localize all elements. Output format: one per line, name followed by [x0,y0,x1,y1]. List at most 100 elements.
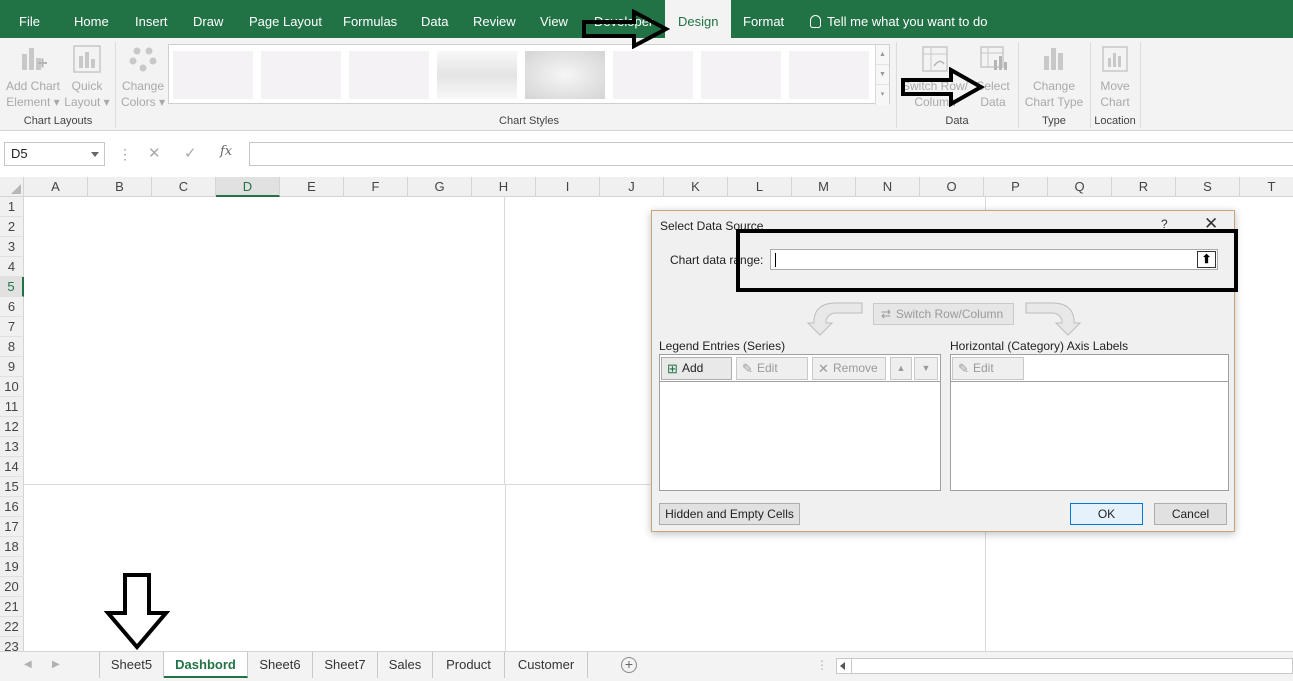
gallery-up-icon[interactable]: ▲ [876,45,889,65]
row-header-18[interactable]: 18 [0,537,24,557]
add-chart-element-button[interactable]: Add Chart Element ▾ [4,44,62,110]
sheet-next-icon[interactable]: ▶ [52,659,60,670]
row-header-17[interactable]: 17 [0,517,24,537]
sheet-tab-sheet7[interactable]: Sheet7 [313,652,378,678]
column-header-i[interactable]: I [536,177,600,197]
enter-icon[interactable]: ✓ [184,144,197,162]
row-header-22[interactable]: 22 [0,617,24,637]
add-sheet-icon[interactable]: + [621,657,637,673]
row-header-21[interactable]: 21 [0,597,24,617]
ok-button[interactable]: OK [1070,503,1143,525]
chevron-down-icon[interactable] [91,152,99,157]
tab-design[interactable]: Design [665,0,732,38]
row-header-3[interactable]: 3 [0,237,24,257]
sheet-tab-sales[interactable]: Sales [378,652,433,678]
tab-draw[interactable]: Draw [193,0,223,38]
column-header-b[interactable]: B [88,177,152,197]
select-all-button[interactable] [0,177,24,197]
row-header-19[interactable]: 19 [0,557,24,577]
chart-style-1[interactable] [173,51,253,99]
column-header-l[interactable]: L [728,177,792,197]
row-header-8[interactable]: 8 [0,337,24,357]
row-header-4[interactable]: 4 [0,257,24,277]
row-header-9[interactable]: 9 [0,357,24,377]
sheet-tab-sheet6[interactable]: Sheet6 [248,652,313,678]
edit-axis-labels-button[interactable]: ✎ Edit [952,357,1024,380]
remove-series-button[interactable]: ✕ Remove [812,357,886,380]
name-box[interactable]: D5 [4,142,105,166]
column-header-q[interactable]: Q [1048,177,1112,197]
chart-style-5[interactable] [525,51,605,99]
row-header-13[interactable]: 13 [0,437,24,457]
column-header-h[interactable]: H [472,177,536,197]
sheet-tab-customer[interactable]: Customer [505,652,588,678]
row-header-20[interactable]: 20 [0,577,24,597]
sheet-tab-sheet5[interactable]: Sheet5 [99,652,164,678]
chart-styles-gallery[interactable]: ▲ ▼ ▾ [168,44,890,105]
move-chart-button[interactable]: Move Chart [1094,44,1136,110]
change-colors-button[interactable]: Change Colors ▾ [119,44,167,110]
row-header-6[interactable]: 6 [0,297,24,317]
tab-insert[interactable]: Insert [135,0,168,38]
insert-function-icon[interactable]: fx [220,144,232,159]
gallery-down-icon[interactable]: ▼ [876,65,889,85]
formula-bar-grip-icon[interactable]: ⋮ [118,146,132,163]
tab-file[interactable]: File [19,0,40,38]
tab-split-grip-icon[interactable]: ⋮ [816,658,828,672]
move-up-icon[interactable]: ▲ [890,357,912,380]
tab-review[interactable]: Review [473,0,516,38]
chart-style-6[interactable] [613,51,693,99]
switch-row-column-dialog-button[interactable]: ⇄ Switch Row/Column [873,303,1014,325]
row-header-14[interactable]: 14 [0,457,24,477]
row-header-15[interactable]: 15 [0,477,24,497]
sheet-tab-dashbord[interactable]: Dashbord [164,652,248,678]
chart-style-7[interactable] [701,51,781,99]
add-series-button[interactable]: ⊞ Add [661,357,732,380]
row-header-2[interactable]: 2 [0,217,24,237]
row-header-1[interactable]: 1 [0,197,24,217]
row-header-11[interactable]: 11 [0,397,24,417]
tell-me-box[interactable]: Tell me what you want to do [810,0,987,38]
row-header-16[interactable]: 16 [0,497,24,517]
column-header-m[interactable]: M [792,177,856,197]
column-header-n[interactable]: N [856,177,920,197]
axis-labels-list[interactable]: ✎ Edit [950,354,1229,491]
sheet-prev-icon[interactable]: ◀ [24,659,32,670]
column-header-a[interactable]: A [24,177,88,197]
gallery-scroll[interactable]: ▲ ▼ ▾ [875,45,889,105]
row-header-7[interactable]: 7 [0,317,24,337]
column-header-o[interactable]: O [920,177,984,197]
row-header-5[interactable]: 5 [0,277,24,297]
column-header-e[interactable]: E [280,177,344,197]
column-header-s[interactable]: S [1176,177,1240,197]
cancel-button[interactable]: Cancel [1154,503,1227,525]
chart-style-3[interactable] [349,51,429,99]
move-down-icon[interactable]: ▼ [914,357,938,380]
column-header-p[interactable]: P [984,177,1048,197]
column-header-f[interactable]: F [344,177,408,197]
legend-entries-list[interactable]: ⊞ Add ✎ Edit ✕ Remove ▲ ▼ [659,354,941,491]
horizontal-scrollbar[interactable] [836,658,1293,674]
chart-style-2[interactable] [261,51,341,99]
row-header-12[interactable]: 12 [0,417,24,437]
quick-layout-button[interactable]: Quick Layout ▾ [64,44,110,110]
formula-input[interactable] [249,142,1293,166]
chart-style-4[interactable] [437,51,517,99]
tab-home[interactable]: Home [74,0,109,38]
row-header-10[interactable]: 10 [0,377,24,397]
column-header-g[interactable]: G [408,177,472,197]
tab-view[interactable]: View [540,0,568,38]
row-header-23[interactable]: 23 [0,637,24,651]
sheet-tab-product[interactable]: Product [433,652,505,678]
edit-series-button[interactable]: ✎ Edit [736,357,808,380]
cancel-icon[interactable]: ✕ [148,144,161,162]
chart-style-8[interactable] [789,51,869,99]
gallery-more-icon[interactable]: ▾ [876,85,889,105]
column-header-d[interactable]: D [216,177,280,197]
column-header-t[interactable]: T [1240,177,1293,197]
tab-page-layout[interactable]: Page Layout [249,0,322,38]
column-header-k[interactable]: K [664,177,728,197]
change-chart-type-button[interactable]: Change Chart Type [1022,44,1086,110]
tab-formulas[interactable]: Formulas [343,0,397,38]
tab-format[interactable]: Format [743,0,784,38]
